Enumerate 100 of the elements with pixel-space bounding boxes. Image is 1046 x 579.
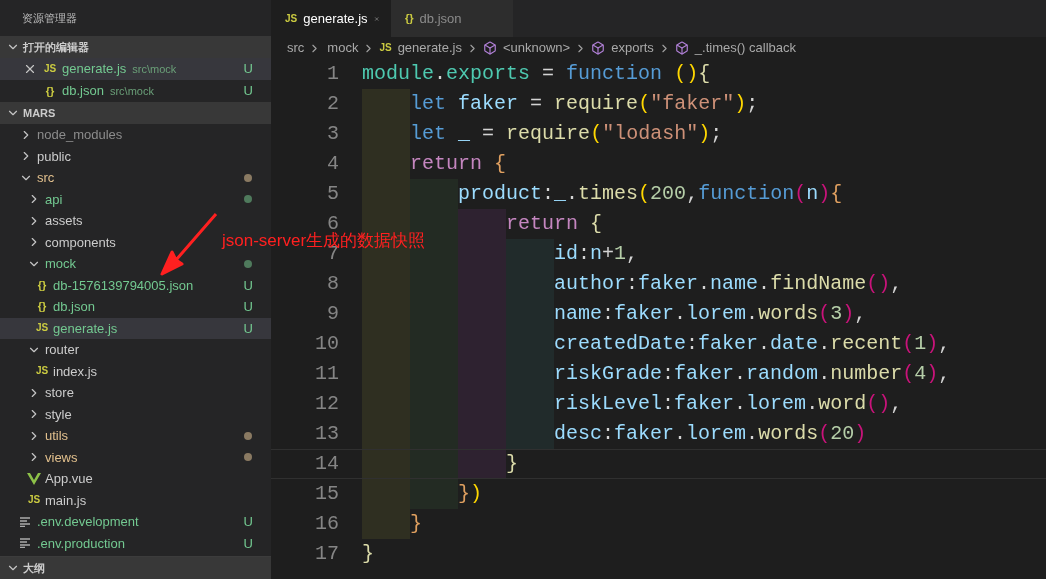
code-line: desc:faker.lorem.words(20) (554, 426, 867, 442)
file-name[interactable]: generate.js (53, 318, 118, 338)
file-name[interactable]: db.json (53, 297, 95, 317)
folder-name[interactable]: src (37, 168, 55, 188)
breadcrumb-item[interactable]: exports (611, 38, 654, 58)
file-name[interactable]: db.json (62, 81, 104, 101)
git-status-label: U (243, 60, 253, 79)
folder-name[interactable]: node_modules (37, 125, 123, 145)
json-file-icon: {} (405, 13, 414, 24)
git-status-label: U (243, 82, 253, 101)
code-line: } (362, 546, 374, 562)
json-file-icon: {} (37, 301, 47, 313)
line-number: 5 (327, 182, 339, 205)
line-number: 10 (315, 332, 339, 355)
folder-name[interactable]: mock (45, 254, 77, 274)
breadcrumb-item[interactable]: _.times() callback (694, 38, 796, 58)
code-line: name:faker.lorem.words(3), (554, 306, 867, 322)
section-title: 打开的编辑器 (23, 39, 89, 55)
lines-icon (20, 516, 32, 527)
close-icon[interactable] (23, 62, 37, 76)
annotation-arrow (158, 212, 220, 276)
line-number: 14 (315, 452, 339, 475)
section-header[interactable]: 大纲 (0, 557, 271, 579)
folder-name[interactable]: components (45, 232, 116, 252)
file-path: src\mock (109, 83, 154, 99)
line-number: 4 (327, 152, 339, 175)
line-number: 17 (315, 542, 339, 565)
breadcrumb-item[interactable]: mock (327, 38, 359, 58)
line-number: 2 (327, 92, 339, 115)
git-status-label: U (243, 534, 253, 553)
folder-name[interactable]: store (45, 383, 74, 403)
line-number: 15 (315, 482, 339, 505)
file-name[interactable]: index.js (53, 361, 98, 381)
folder-name[interactable]: views (45, 447, 78, 467)
folder-name[interactable]: public (37, 146, 71, 166)
code-line: } (506, 456, 519, 472)
line-number: 12 (315, 392, 339, 415)
folder-name[interactable]: utils (45, 426, 69, 446)
code-line: module.exports = function (){ (362, 66, 711, 82)
js-file-icon: JS (35, 366, 49, 377)
git-status-label: U (243, 319, 253, 338)
code-line: return { (506, 216, 603, 232)
folder-name[interactable]: style (45, 404, 72, 424)
section-header[interactable]: 打开的编辑器 (0, 36, 271, 58)
code-line: let faker = require("faker"); (410, 96, 759, 112)
code-line: author:faker.name.findName(), (554, 276, 903, 292)
json-file-icon: {} (37, 279, 47, 291)
file-name[interactable]: db-1576139794005.json (53, 275, 194, 295)
file-name[interactable]: .env.development (37, 512, 139, 532)
js-file-icon: JS (27, 495, 41, 506)
cube-icon (482, 41, 497, 55)
vue-logo-icon (27, 472, 41, 485)
editor-tab[interactable]: {} db.json (391, 0, 513, 37)
git-status-label: U (243, 513, 253, 531)
code-line: product:_.times(200,function(n){ (458, 186, 843, 202)
code-line: return { (410, 156, 507, 172)
file-name[interactable]: main.js (45, 490, 87, 510)
code-line: }) (458, 486, 483, 502)
cube-icon (674, 41, 689, 55)
line-number: 13 (315, 422, 339, 445)
line-number: 16 (315, 512, 339, 535)
code-line: let _ = require("lodash"); (410, 126, 723, 142)
cube-icon (591, 41, 606, 55)
lines-icon (20, 538, 32, 549)
code-line: id:n+1, (554, 246, 639, 262)
breadcrumb-item[interactable]: generate.js (397, 38, 462, 58)
tab-label: generate.js (303, 9, 368, 28)
section-header[interactable]: MARS (0, 102, 271, 124)
folder-name[interactable]: assets (45, 211, 83, 231)
code-line: riskLevel:faker.lorem.word(), (554, 396, 903, 412)
sidebar-title: 资源管理器 (22, 10, 77, 26)
git-status-label: U (243, 298, 253, 316)
json-file-icon: {} (45, 85, 55, 97)
code-line: } (410, 516, 423, 532)
line-number: 1 (327, 62, 339, 85)
file-name[interactable]: .env.production (37, 533, 125, 553)
git-status-label: U (243, 276, 253, 295)
folder-name[interactable]: api (45, 189, 63, 209)
file-name[interactable]: generate.js (62, 59, 127, 79)
line-number: 3 (327, 122, 339, 145)
folder-name[interactable]: router (45, 340, 79, 360)
line-number: 11 (315, 362, 339, 385)
js-file-icon: JS (379, 43, 392, 53)
js-file-icon: JS (43, 64, 57, 74)
editor-tab[interactable]: JS generate.js (271, 0, 391, 37)
selected-row[interactable]: JS generate.js U (0, 317, 271, 339)
code-line: riskGrade:faker.random.number(4), (554, 366, 951, 382)
breadcrumb-item[interactable]: <unknown> (502, 38, 571, 58)
section-title: 大纲 (23, 560, 45, 576)
js-file-icon: JS (35, 323, 49, 334)
selected-row[interactable]: JS generate.js src\mock U (0, 58, 271, 80)
code-line: createdDate:faker.date.recent(1), (554, 336, 951, 352)
file-path: src\mock (132, 61, 177, 77)
section-title: MARS (23, 105, 56, 121)
js-file-icon: JS (285, 13, 298, 24)
tab-label: db.json (419, 9, 462, 28)
line-number: 9 (327, 302, 339, 325)
breadcrumb-item[interactable]: src (287, 38, 305, 58)
line-number: 8 (327, 272, 339, 295)
file-name[interactable]: App.vue (45, 469, 93, 489)
